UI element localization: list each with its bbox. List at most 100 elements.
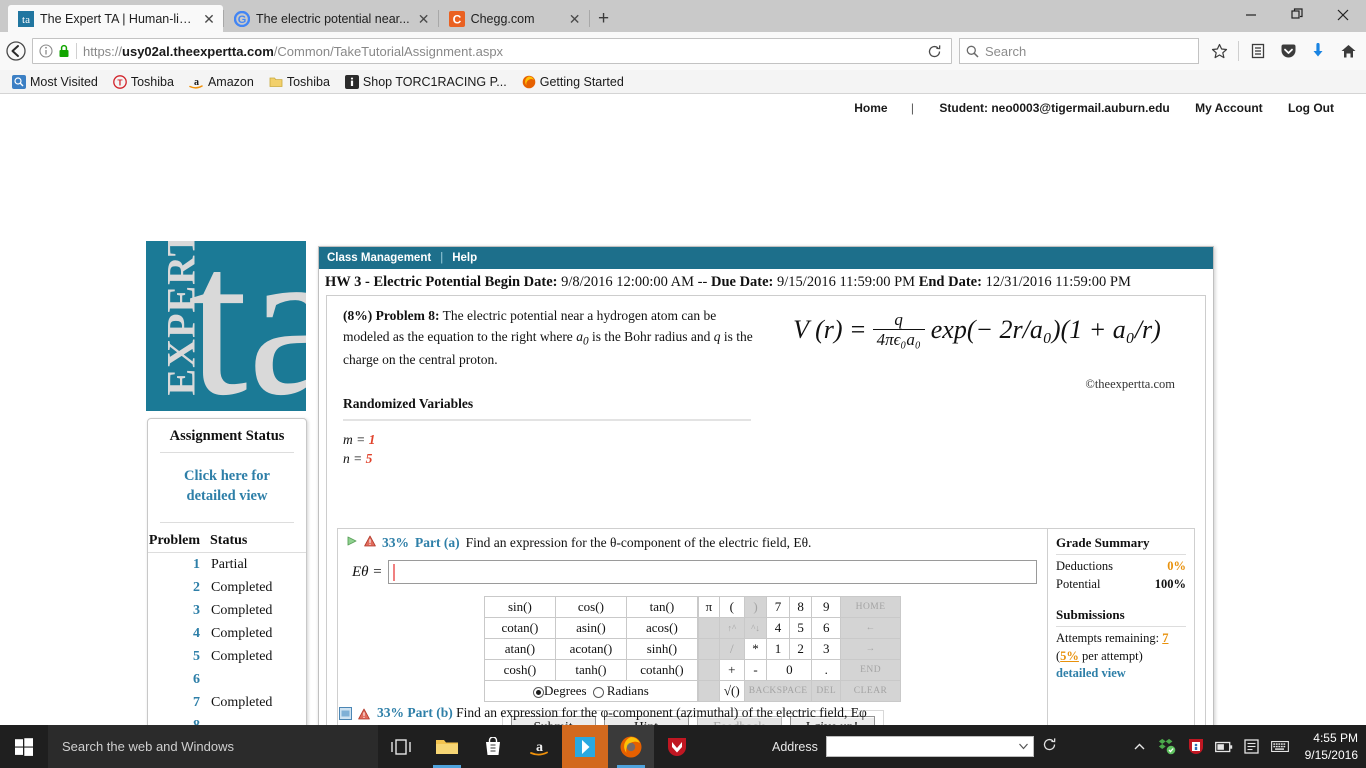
key-decimal[interactable]: .: [811, 659, 842, 681]
pocket-icon[interactable]: [1274, 37, 1302, 65]
home-icon[interactable]: [1334, 37, 1362, 65]
log-out-link[interactable]: Log Out: [1288, 101, 1334, 115]
browser-tab-1[interactable]: ta The Expert TA | Human-lik... ✕: [8, 5, 223, 33]
key-power-up[interactable]: ↑^: [718, 617, 745, 639]
url-bar[interactable]: https://usy02al.theexpertta.com/Common/T…: [32, 38, 952, 64]
key-divide[interactable]: /: [718, 638, 745, 660]
answer-input[interactable]: [388, 560, 1037, 584]
key-5[interactable]: 5: [788, 617, 813, 639]
key-delete[interactable]: DEL: [811, 680, 842, 702]
amazon-icon[interactable]: a: [516, 725, 562, 768]
radians-radio[interactable]: [592, 686, 604, 698]
table-row[interactable]: 7 Completed: [148, 691, 306, 714]
key-cos[interactable]: cos(): [554, 596, 627, 618]
bluestacks-icon[interactable]: [562, 725, 608, 768]
search-bar[interactable]: Search: [959, 38, 1199, 64]
maximize-button[interactable]: [1274, 0, 1320, 29]
taskbar-search-input[interactable]: Search the web and Windows: [48, 725, 378, 768]
grade-detailed-view-link[interactable]: detailed view: [1056, 666, 1186, 681]
key-home[interactable]: HOME: [840, 596, 902, 618]
my-account-link[interactable]: My Account: [1195, 101, 1263, 115]
close-icon[interactable]: ✕: [201, 12, 217, 26]
key-multiply[interactable]: *: [743, 638, 768, 660]
browser-tab-3[interactable]: C Chegg.com ✕: [439, 5, 589, 32]
back-button[interactable]: [6, 36, 26, 66]
key-tanh[interactable]: tanh(): [554, 659, 627, 681]
reader-icon[interactable]: [1244, 37, 1272, 65]
key-sqrt[interactable]: √(): [718, 680, 745, 702]
table-row[interactable]: 5 Completed: [148, 645, 306, 668]
degrees-option[interactable]: Degrees: [533, 683, 587, 699]
key-cotan[interactable]: cotan(): [483, 617, 556, 639]
key-minus[interactable]: -: [743, 659, 768, 681]
key-pi[interactable]: π: [697, 596, 720, 618]
part-b-row[interactable]: 33% Part (b) Find an expression for the …: [337, 700, 1195, 725]
key-tan[interactable]: tan(): [625, 596, 698, 618]
search-input[interactable]: Search: [985, 44, 1026, 59]
problem-number[interactable]: 7: [148, 691, 210, 714]
key-acos[interactable]: acos(): [625, 617, 698, 639]
collapsed-square-icon[interactable]: [339, 706, 352, 720]
problem-number[interactable]: 5: [148, 645, 210, 668]
key-sin[interactable]: sin(): [483, 596, 556, 618]
key-atan[interactable]: atan(): [483, 638, 556, 660]
action-center-icon[interactable]: [1243, 738, 1261, 756]
problem-number[interactable]: 6: [148, 668, 210, 691]
bookmark-shop-torc1racing[interactable]: Shop TORC1RACING P...: [339, 73, 513, 91]
key-7[interactable]: 7: [766, 596, 790, 618]
home-link[interactable]: Home: [854, 101, 887, 115]
radians-option[interactable]: Radians: [592, 683, 649, 699]
table-row[interactable]: 1 Partial: [148, 552, 306, 576]
browser-tab-2[interactable]: G The electric potential near... ✕: [224, 5, 438, 32]
reload-button[interactable]: [921, 38, 947, 64]
bookmark-toshiba-2[interactable]: Toshiba: [263, 73, 336, 91]
key-9[interactable]: 9: [811, 596, 842, 618]
key-plus[interactable]: +: [718, 659, 745, 681]
detailed-view-link[interactable]: Click here for detailed view: [148, 453, 306, 522]
table-row[interactable]: 8: [148, 714, 306, 725]
file-explorer-icon[interactable]: [424, 725, 470, 768]
problem-number[interactable]: 3: [148, 599, 210, 622]
key-right-arrow[interactable]: →: [840, 638, 902, 660]
close-button[interactable]: [1320, 0, 1366, 29]
play-triangle-icon[interactable]: [346, 535, 358, 551]
problem-number[interactable]: 8: [148, 714, 210, 725]
problem-number[interactable]: 1: [148, 552, 210, 576]
key-asin[interactable]: asin(): [554, 617, 627, 639]
key-close-paren[interactable]: ): [743, 596, 768, 618]
key-backspace[interactable]: BACKSPACE: [743, 680, 813, 702]
key-8[interactable]: 8: [788, 596, 813, 618]
close-icon[interactable]: ✕: [567, 12, 583, 26]
address-refresh-icon[interactable]: [1042, 737, 1057, 757]
battery-icon[interactable]: [1214, 738, 1233, 756]
mcafee-icon[interactable]: [654, 725, 700, 768]
star-icon[interactable]: [1205, 37, 1233, 65]
problem-number[interactable]: 2: [148, 576, 210, 599]
download-icon[interactable]: [1304, 37, 1332, 65]
taskbar-clock[interactable]: 4:55 PM 9/15/2016: [1305, 730, 1358, 762]
bookmark-most-visited[interactable]: Most Visited: [6, 73, 104, 91]
key-cotanh[interactable]: cotanh(): [625, 659, 698, 681]
key-1[interactable]: 1: [766, 638, 790, 660]
key-acotan[interactable]: acotan(): [554, 638, 627, 660]
windows-start-icon[interactable]: [0, 725, 48, 768]
table-row[interactable]: 3 Completed: [148, 599, 306, 622]
key-cosh[interactable]: cosh(): [483, 659, 556, 681]
key-power-down[interactable]: ^↓: [743, 617, 768, 639]
problem-number[interactable]: 4: [148, 622, 210, 645]
firefox-icon[interactable]: [608, 725, 654, 768]
table-row[interactable]: 2 Completed: [148, 576, 306, 599]
key-end[interactable]: END: [840, 659, 902, 681]
close-icon[interactable]: ✕: [416, 12, 432, 26]
minimize-button[interactable]: [1228, 0, 1274, 29]
key-0[interactable]: 0: [766, 659, 813, 681]
bookmark-getting-started[interactable]: Getting Started: [516, 73, 630, 91]
antivirus-icon[interactable]: [1187, 738, 1205, 756]
key-sinh[interactable]: sinh(): [625, 638, 698, 660]
bookmark-amazon[interactable]: a Amazon: [183, 73, 260, 91]
chevron-up-icon[interactable]: [1131, 738, 1149, 756]
new-tab-button[interactable]: +: [590, 5, 618, 32]
key-3[interactable]: 3: [811, 638, 842, 660]
bookmark-toshiba-1[interactable]: T Toshiba: [107, 73, 180, 91]
key-2[interactable]: 2: [788, 638, 813, 660]
